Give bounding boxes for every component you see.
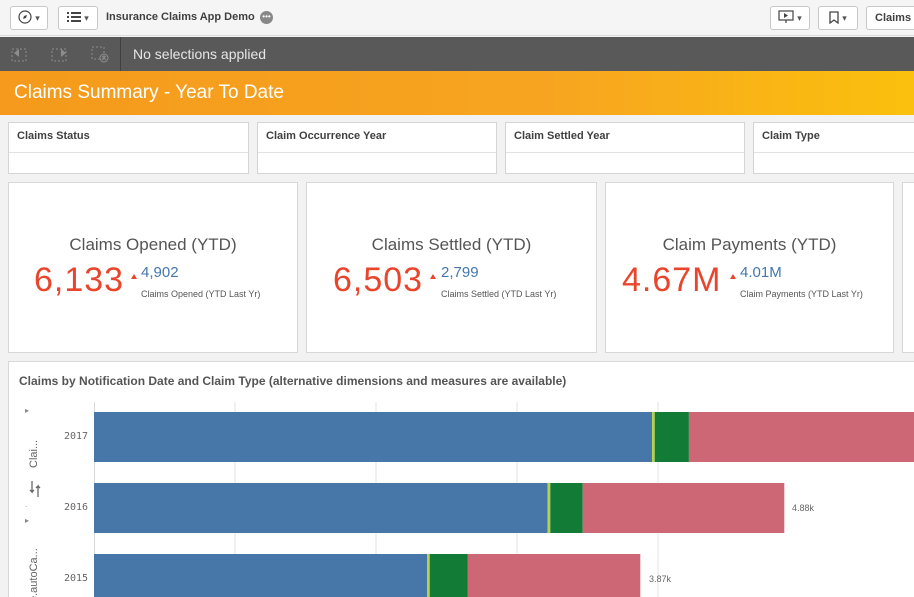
more-icon[interactable]: ••• [260, 11, 273, 24]
kpi-value: 6,133 [34, 261, 125, 299]
presentation-icon [778, 10, 794, 26]
dimension-label[interactable]: e.autoCa... [28, 548, 40, 597]
list-icon [67, 11, 82, 25]
menu-button[interactable]: ▾ [58, 6, 98, 30]
kpi-value: 6,503 [333, 261, 424, 299]
sheet-title: Claims Summary - Year To Date [14, 82, 284, 103]
kpi-previous-value: 4,902 [141, 264, 179, 281]
kpi-title: Claims Opened (YTD) [69, 235, 237, 254]
category-label: 2017 [64, 431, 89, 442]
kpi-previous-label: Claims Opened (YTD Last Yr) [141, 289, 261, 299]
chart-title: Claims by Notification Date and Claim Ty… [19, 374, 567, 388]
chevron-down-icon: ▾ [797, 12, 802, 23]
filter-label: Claims Status [17, 130, 90, 142]
bar-segment-2017-0[interactable] [94, 412, 652, 462]
top-toolbar: ▾ ▾ Insurance Claims App Demo ••• ▾ ▾ Cl… [0, 0, 914, 36]
bar-chart-plot[interactable] [94, 402, 914, 597]
bar-segment-2017-2[interactable] [654, 412, 689, 462]
total-label: 4.88k [792, 503, 815, 513]
bookmark-icon [829, 10, 839, 26]
compass-icon [18, 10, 32, 26]
divider [506, 152, 744, 153]
separator-dot: . [25, 500, 28, 509]
kpi-title: Claims Settled (YTD) [371, 235, 532, 254]
filter-claims-status[interactable]: Claims Status [8, 122, 249, 174]
filter-label: Claim Occurrence Year [266, 130, 387, 142]
up-arrow-icon [131, 274, 137, 279]
bar-segment-2015-1[interactable] [427, 554, 430, 597]
bar-segment-2015-0[interactable] [94, 554, 427, 597]
bar-segment-2016-0[interactable] [94, 483, 548, 533]
category-label: 2015 [64, 573, 89, 584]
up-arrow-icon [430, 274, 436, 279]
kpi-previous-value: 4.01M [740, 264, 782, 281]
selection-status: No selections applied [133, 46, 267, 62]
bar-segment-2017-1[interactable] [652, 412, 655, 462]
expand-arrow-icon[interactable]: ▸ [25, 406, 39, 415]
filter-claim-settled-year[interactable]: Claim Settled Year [505, 122, 745, 174]
bar-segment-2017-3[interactable] [688, 412, 914, 462]
sheet-header: Claims Summary - Year To Date [0, 71, 914, 115]
filter-claim-type[interactable]: Claim Type [753, 122, 914, 174]
bar-segment-2016-2[interactable] [550, 483, 583, 533]
selection-divider [120, 37, 121, 71]
selection-bar: No selections applied [0, 37, 914, 71]
kpi-title: Claim Payments (YTD) [662, 235, 837, 254]
expand-arrow-icon[interactable]: ▸ [25, 516, 39, 525]
claims-chart[interactable]: Claims by Notification Date and Claim Ty… [8, 361, 914, 597]
step-forward-icon[interactable] [50, 45, 70, 63]
bar-segment-2016-3[interactable] [582, 483, 785, 533]
chevron-down-icon: ▾ [842, 12, 847, 23]
kpi-claims-settled[interactable]: Claims Settled (YTD) 6,503 2,799 Claims … [306, 182, 597, 353]
divider [754, 152, 914, 153]
step-back-icon[interactable] [10, 45, 30, 63]
kpi-previous-value: 2,799 [441, 264, 479, 281]
filter-claim-occurrence-year[interactable]: Claim Occurrence Year [257, 122, 497, 174]
sheet-button[interactable]: Claims [866, 6, 914, 30]
divider [9, 152, 248, 153]
chevron-down-icon: ▾ [84, 12, 89, 23]
bar-segment-2015-3[interactable] [467, 554, 641, 597]
kpi-value: 4.67M [622, 261, 722, 299]
bar-segment-2016-1[interactable] [547, 483, 551, 533]
present-button[interactable]: ▾ [770, 6, 810, 30]
dimension-label[interactable]: Clai... [28, 440, 40, 468]
clear-selections-icon[interactable] [90, 45, 110, 63]
kpi-claims-opened[interactable]: Claims Opened (YTD) 6,133 4,902 Claims O… [8, 182, 298, 353]
kpi-previous-label: Claims Settled (YTD Last Yr) [441, 289, 557, 299]
navigation-button[interactable]: ▾ [10, 6, 48, 30]
app-title: Insurance Claims App Demo [106, 11, 255, 23]
bookmark-button[interactable]: ▾ [818, 6, 858, 30]
category-label: 2016 [64, 502, 89, 513]
filter-label: Claim Type [762, 130, 820, 142]
bar-segment-2015-2[interactable] [429, 554, 468, 597]
filter-label: Claim Settled Year [514, 130, 610, 142]
up-arrow-icon [730, 274, 736, 279]
total-label: 3.87k [649, 574, 672, 584]
divider [258, 152, 496, 153]
kpi-previous-label: Claim Payments (YTD Last Yr) [740, 289, 863, 299]
kpi-claim-payments[interactable]: Claim Payments (YTD) 4.67M 4.01M Claim P… [605, 182, 894, 353]
chevron-down-icon: ▾ [35, 12, 40, 23]
kpi-card-partial[interactable] [902, 182, 914, 353]
